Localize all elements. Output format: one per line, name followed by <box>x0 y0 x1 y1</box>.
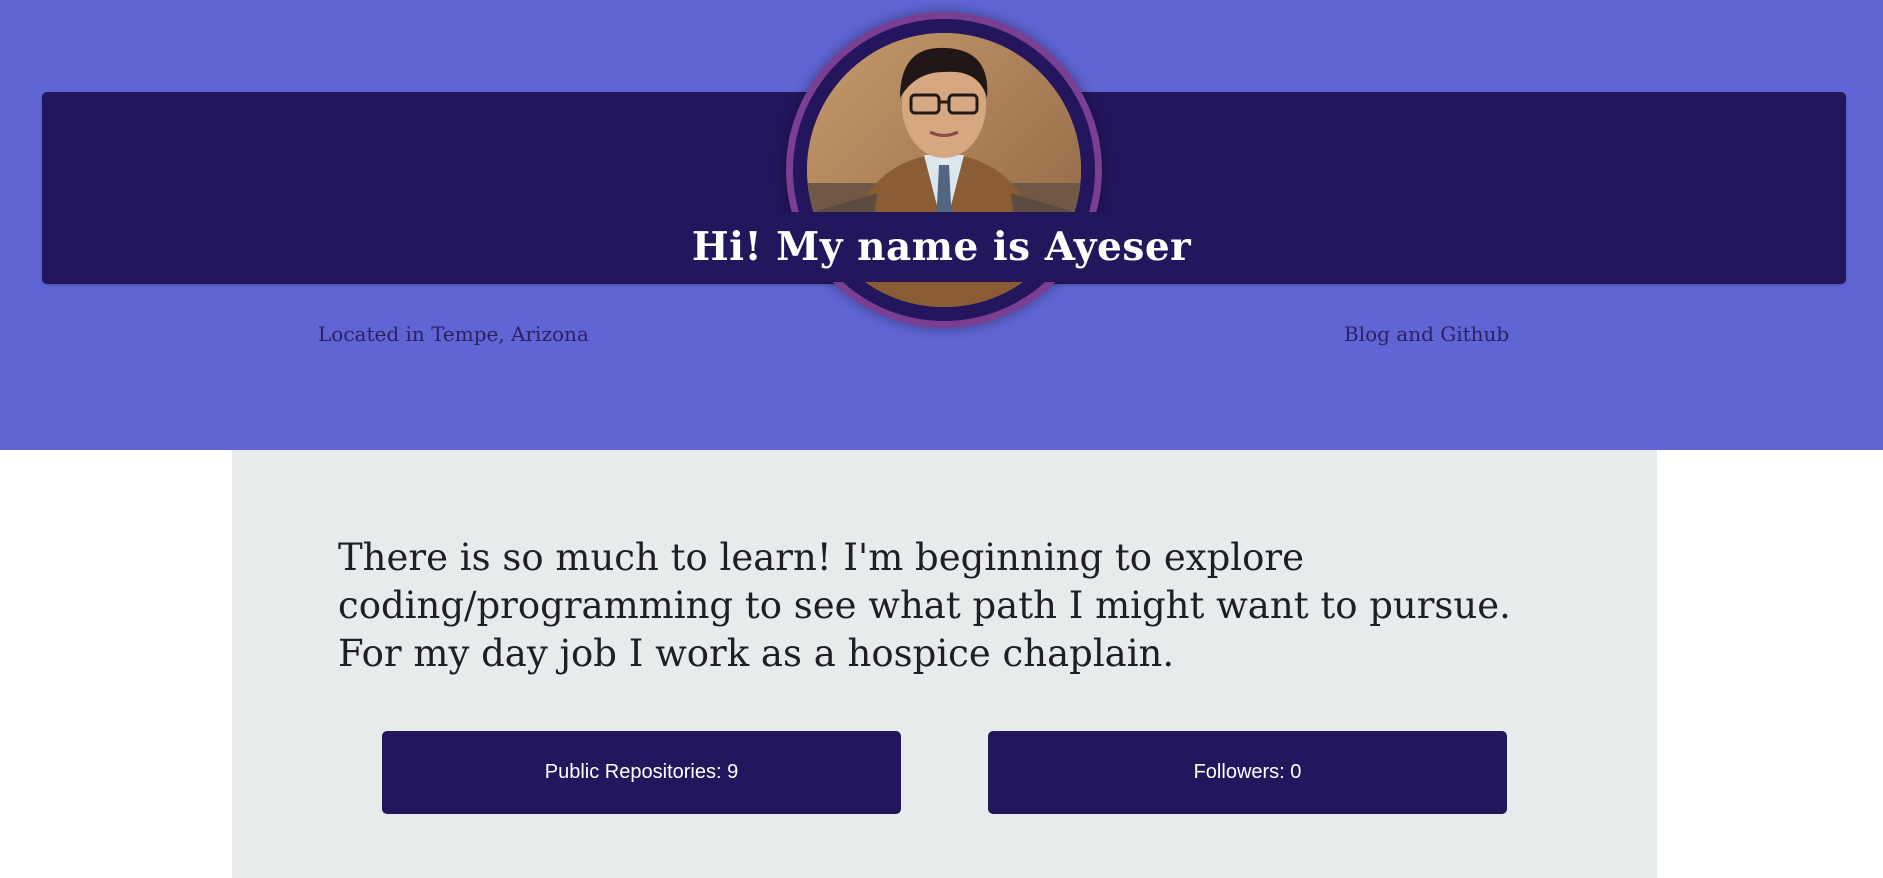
location-text: Located in Tempe, Arizona <box>318 322 589 346</box>
profile-page: Hi! My name is Ayeser Located in Tempe, … <box>0 0 1883 878</box>
blog-github-link[interactable]: Blog and Github <box>1344 322 1509 346</box>
title-band: Hi! My name is Ayeser <box>0 212 1883 282</box>
followers-button[interactable]: Followers: 0 <box>988 731 1507 814</box>
bio-text: There is so much to learn! I'm beginning… <box>338 536 1511 675</box>
profile-header: Hi! My name is Ayeser Located in Tempe, … <box>0 0 1883 450</box>
public-repositories-button[interactable]: Public Repositories: 9 <box>382 731 901 814</box>
page-title: Hi! My name is Ayeser <box>691 224 1192 270</box>
main-content: There is so much to learn! I'm beginning… <box>232 450 1657 878</box>
